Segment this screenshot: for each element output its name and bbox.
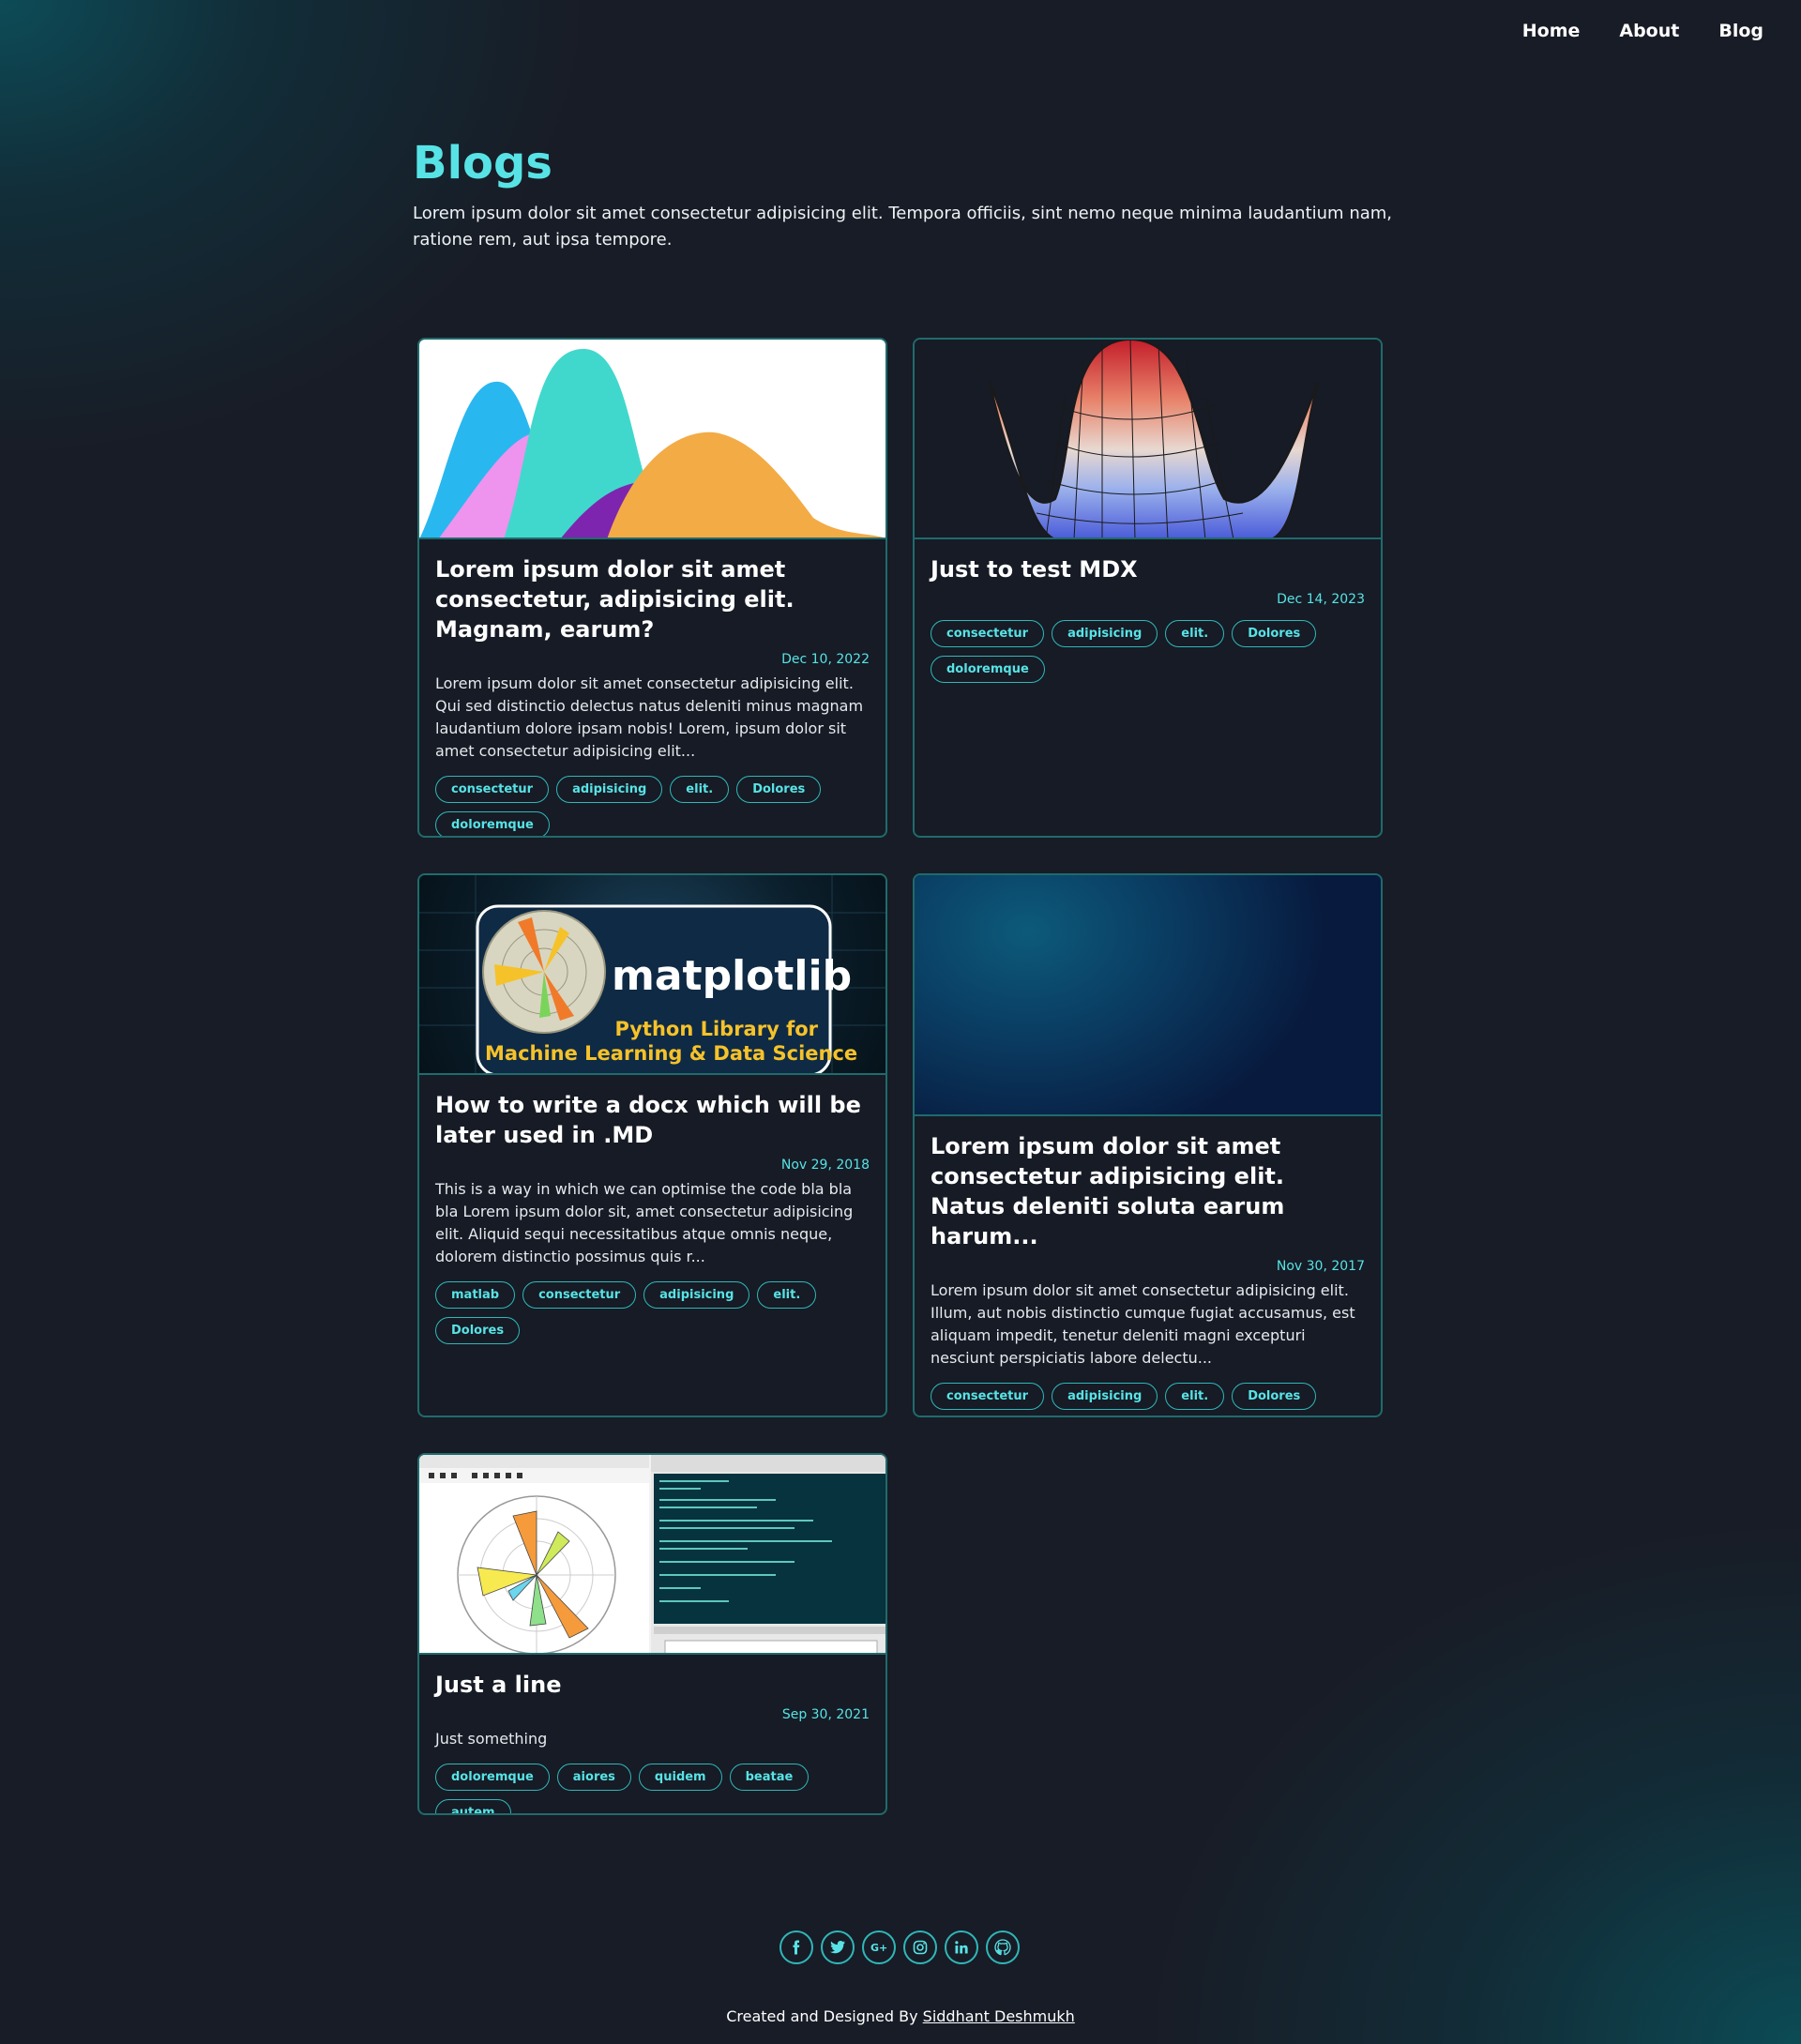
card-title[interactable]: Lorem ipsum dolor sit amet consectetur, … — [435, 554, 870, 644]
tag[interactable]: doloremque — [435, 1764, 550, 1791]
tag[interactable]: Dolores — [1232, 1383, 1317, 1410]
tag-list: consectetur adipisicing elit. Dolores do… — [931, 1383, 1365, 1416]
twitter-icon[interactable] — [821, 1930, 855, 1964]
card-thumbnail-polar-screenshot — [419, 1455, 885, 1655]
tag[interactable]: adipisicing — [643, 1281, 750, 1309]
card-title[interactable]: How to write a docx which will be later … — [435, 1090, 870, 1150]
tag[interactable]: aiores — [556, 1764, 631, 1791]
tag[interactable]: elit. — [1165, 620, 1225, 647]
blog-card[interactable]: Just to test MDX Dec 14, 2023 consectetu… — [913, 338, 1383, 838]
card-body: Just to test MDX Dec 14, 2023 consectetu… — [915, 539, 1381, 700]
card-excerpt: Just something — [435, 1730, 548, 1748]
matplotlib-tagline-2: Machine Learning & Data Science — [485, 1042, 858, 1065]
card-body: Just a line Sep 30, 2021 Just something … — [419, 1655, 885, 1813]
svg-text:G+: G+ — [870, 1942, 887, 1954]
tag[interactable]: consectetur — [522, 1281, 637, 1309]
tag[interactable]: consectetur — [931, 620, 1045, 647]
tag[interactable]: Dolores — [1232, 620, 1317, 647]
tag[interactable]: consectetur — [931, 1383, 1045, 1410]
tag[interactable]: adipisicing — [556, 776, 663, 803]
blog-card[interactable]: Lorem ipsum dolor sit amet consectetur a… — [913, 873, 1383, 1417]
top-nav: Home About Blog — [1522, 21, 1763, 41]
tag-list: matlab consectetur adipisicing elit. Dol… — [435, 1281, 870, 1344]
footer-credit-prefix: Created and Designed By — [726, 2007, 923, 2025]
card-excerpt: Lorem ipsum dolor sit amet consectetur a… — [435, 674, 864, 760]
tag[interactable]: adipisicing — [1052, 620, 1158, 647]
hero-section: Blogs Lorem ipsum dolor sit amet consect… — [413, 137, 1398, 253]
tag[interactable]: Dolores — [736, 776, 822, 803]
matplotlib-brand-text: matplotlib — [612, 952, 853, 1000]
blog-card[interactable]: matplotlib Python Library for Machine Le… — [417, 873, 887, 1417]
tag[interactable]: consectetur — [435, 776, 550, 803]
tag[interactable]: elit. — [757, 1281, 817, 1309]
blog-card[interactable]: Just a line Sep 30, 2021 Just something … — [417, 1453, 887, 1815]
card-title[interactable]: Just a line — [435, 1670, 870, 1700]
tag-list: consectetur adipisicing elit. Dolores do… — [931, 620, 1365, 683]
card-thumbnail-matplotlib: matplotlib Python Library for Machine Le… — [419, 875, 885, 1075]
card-date: Dec 14, 2023 — [1277, 592, 1365, 607]
tag[interactable]: autem — [435, 1799, 511, 1813]
nav-blog-link[interactable]: Blog — [1718, 21, 1763, 41]
card-body: How to write a docx which will be later … — [419, 1075, 885, 1361]
tag[interactable]: elit. — [670, 776, 730, 803]
tag[interactable]: doloremque — [435, 811, 550, 836]
card-body: Lorem ipsum dolor sit amet consectetur a… — [915, 1116, 1381, 1416]
tag[interactable]: doloremque — [931, 656, 1045, 683]
card-date: Dec 10, 2022 — [781, 652, 870, 667]
tag-list: doloremque aiores quidem beatae autem — [435, 1764, 870, 1813]
github-icon[interactable] — [986, 1930, 1020, 1964]
author-link[interactable]: Siddhant Deshmukh — [923, 2007, 1075, 2025]
card-title[interactable]: Just to test MDX — [931, 554, 1365, 584]
footer-credit: Created and Designed By Siddhant Deshmuk… — [0, 2007, 1801, 2025]
tag[interactable]: elit. — [1165, 1383, 1225, 1410]
card-title[interactable]: Lorem ipsum dolor sit amet consectetur a… — [931, 1131, 1365, 1251]
page-subtitle: Lorem ipsum dolor sit amet consectetur a… — [413, 204, 1393, 250]
card-date: Nov 29, 2018 — [780, 1158, 870, 1173]
card-excerpt: This is a way in which we can optimise t… — [435, 1180, 854, 1265]
nav-home-link[interactable]: Home — [1522, 21, 1581, 41]
tag[interactable]: matlab — [435, 1281, 516, 1309]
google-plus-icon[interactable]: G+ — [862, 1930, 896, 1964]
tag[interactable]: adipisicing — [1052, 1383, 1158, 1410]
matplotlib-tagline-1: Python Library for — [614, 1018, 818, 1040]
tag[interactable]: quidem — [638, 1764, 722, 1791]
card-thumbnail-3d-surface — [915, 340, 1381, 539]
card-thumbnail-density-plot — [419, 340, 885, 539]
social-links: G+ — [779, 1930, 1020, 1964]
tag[interactable]: beatae — [729, 1764, 810, 1791]
linkedin-icon[interactable] — [945, 1930, 978, 1964]
blog-card[interactable]: Lorem ipsum dolor sit amet consectetur, … — [417, 338, 887, 838]
card-date: Sep 30, 2021 — [781, 1707, 870, 1722]
tag-list: consectetur adipisicing elit. Dolores do… — [435, 776, 870, 836]
card-thumbnail-gradient — [915, 875, 1381, 1116]
facebook-icon[interactable] — [779, 1930, 813, 1964]
page-title: Blogs — [413, 137, 552, 189]
nav-about-link[interactable]: About — [1619, 21, 1679, 41]
card-body: Lorem ipsum dolor sit amet consectetur, … — [419, 539, 885, 836]
tag[interactable]: Dolores — [435, 1317, 521, 1344]
instagram-icon[interactable] — [903, 1930, 937, 1964]
card-excerpt: Lorem ipsum dolor sit amet consectetur a… — [931, 1281, 1355, 1367]
card-date: Nov 30, 2017 — [1276, 1259, 1365, 1274]
